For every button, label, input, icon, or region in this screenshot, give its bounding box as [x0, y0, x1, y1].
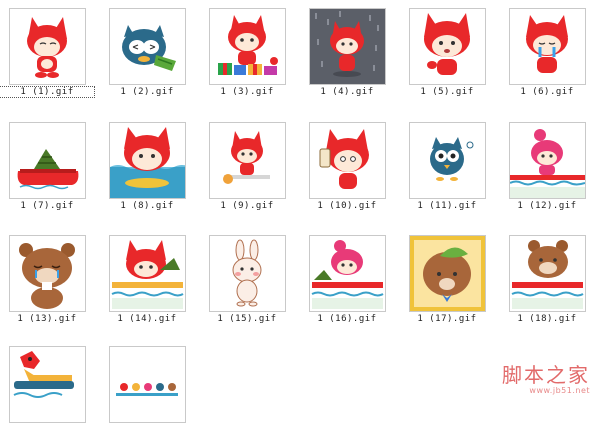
red-fox-pool-icon[interactable] — [109, 122, 186, 199]
file-name-label: 1 (10).gif — [317, 201, 377, 211]
file-name-label: 1 (8).gif — [120, 201, 174, 211]
file-item[interactable]: 1 (8).gif — [100, 114, 200, 218]
file-item[interactable] — [100, 338, 200, 442]
file-item[interactable]: 1 (11).gif — [400, 114, 500, 218]
red-fox-waving-icon[interactable] — [409, 8, 486, 85]
tiny-characters-icon[interactable] — [109, 346, 186, 423]
file-item[interactable]: 1 (9).gif — [200, 114, 300, 218]
bear-leaf-hat-icon[interactable] — [409, 235, 486, 312]
file-name-label: 1 (13).gif — [17, 314, 77, 324]
blue-owl-eating-icon[interactable] — [109, 8, 186, 85]
file-name-label: 1 (7).gif — [20, 201, 74, 211]
file-item[interactable]: 1 (3).gif — [200, 0, 300, 104]
red-fox-headache-icon[interactable] — [309, 122, 386, 199]
file-name-label: 1 (1).gif — [0, 86, 95, 98]
file-name-label: 1 (17).gif — [417, 314, 477, 324]
file-item[interactable]: 1 (10).gif — [300, 114, 400, 218]
zongzi-boat-icon[interactable] — [9, 122, 86, 199]
file-item[interactable]: 1 (12).gif — [500, 114, 600, 218]
red-fox-eating-icon[interactable] — [209, 122, 286, 199]
file-item[interactable]: 1 (16).gif — [300, 227, 400, 331]
file-grid: 1 (1).gif 1 (2).gif 1 (3).gif 1 (4).gif … — [0, 0, 600, 423]
file-name-label: 1 (9).gif — [220, 201, 274, 211]
brown-bear-crying-icon[interactable] — [9, 235, 86, 312]
file-item[interactable]: 1 (13).gif — [0, 227, 100, 331]
dragon-boat-icon[interactable] — [9, 346, 86, 423]
file-item[interactable]: 1 (17).gif — [400, 227, 500, 331]
file-item[interactable] — [0, 338, 100, 442]
file-name-label: 1 (12).gif — [517, 201, 577, 211]
file-name-label: 1 (11).gif — [417, 201, 477, 211]
pink-fox-boat-icon[interactable] — [509, 122, 586, 199]
file-item[interactable]: 1 (15).gif — [200, 227, 300, 331]
file-name-label: 1 (2).gif — [120, 87, 174, 97]
file-name-label: 1 (5).gif — [420, 87, 474, 97]
file-name-label: 1 (16).gif — [317, 314, 377, 324]
file-item[interactable]: 1 (6).gif — [500, 0, 600, 104]
brown-bear-boat-icon[interactable] — [509, 235, 586, 312]
red-fox-crying-icon[interactable] — [509, 8, 586, 85]
file-item[interactable]: 1 (14).gif — [100, 227, 200, 331]
file-name-label: 1 (15).gif — [217, 314, 277, 324]
file-item[interactable]: 1 (4).gif — [300, 0, 400, 104]
red-fox-bowing-icon[interactable] — [9, 8, 86, 85]
file-item[interactable]: 1 (18).gif — [500, 227, 600, 331]
file-name-label: 1 (4).gif — [320, 87, 374, 97]
file-name-label: 1 (3).gif — [220, 87, 274, 97]
file-name-label: 1 (6).gif — [520, 87, 574, 97]
site-watermark: 脚本之家 www.jb51.net — [502, 359, 590, 395]
red-fox-gifts-icon[interactable] — [209, 8, 286, 85]
file-item[interactable]: 1 (2).gif — [100, 0, 200, 104]
white-rabbit-icon[interactable] — [209, 235, 286, 312]
file-item[interactable]: 1 (5).gif — [400, 0, 500, 104]
file-name-label: 1 (14).gif — [117, 314, 177, 324]
blue-owl-standing-icon[interactable] — [409, 122, 486, 199]
red-fox-rain-icon[interactable] — [309, 8, 386, 85]
pink-fox-rowing-icon[interactable] — [309, 235, 386, 312]
red-fox-boat-icon[interactable] — [109, 235, 186, 312]
file-item[interactable]: 1 (7).gif — [0, 114, 100, 218]
file-item[interactable]: 1 (1).gif — [0, 0, 100, 104]
file-name-label: 1 (18).gif — [517, 314, 577, 324]
watermark-logo-text: 脚本之家 — [502, 363, 590, 387]
